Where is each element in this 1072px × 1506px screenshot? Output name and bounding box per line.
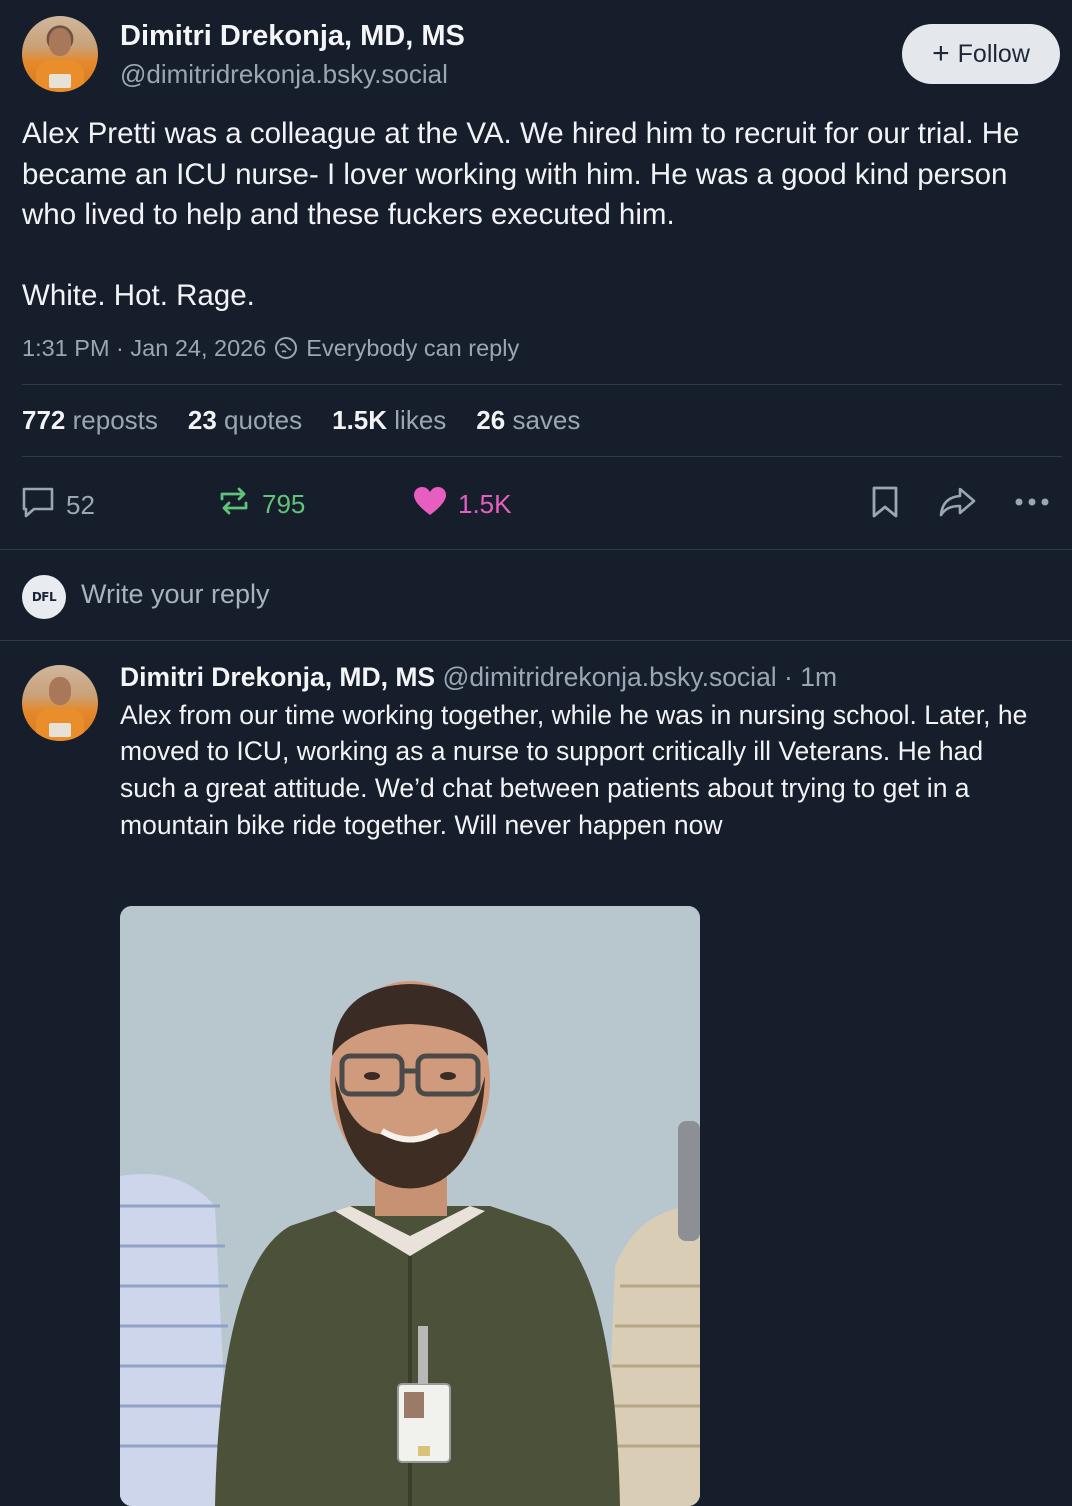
composer-avatar: DFL	[22, 574, 66, 619]
main-post: Dimitri Drekonja, MD, MS @dimitridrekonj…	[0, 0, 1072, 362]
reply-photo[interactable]	[120, 906, 700, 1506]
globe-icon	[274, 336, 298, 360]
likes-count: 1.5K	[332, 404, 388, 435]
post-stats: 772 reposts 23 quotes 1.5K likes 26 save…	[0, 385, 1072, 456]
reply-input[interactable]: Write your reply	[81, 579, 270, 610]
author-name[interactable]: Dimitri Drekonja, MD, MS	[120, 20, 465, 53]
post-time[interactable]: 1:31 PM · Jan 24, 2026	[22, 335, 266, 362]
reply-setting: Everybody can reply	[306, 334, 520, 361]
like-count: 1.5K	[458, 488, 512, 519]
avatar-face	[49, 676, 71, 705]
quotes-stat[interactable]: 23 quotes	[188, 405, 302, 436]
saves-stat[interactable]: 26 saves	[476, 405, 580, 436]
share-icon	[938, 485, 978, 526]
repost-count: 795	[262, 488, 306, 519]
avatar-bib	[49, 74, 71, 88]
follow-label: Follow	[957, 39, 1030, 68]
quotes-label: quotes	[224, 404, 303, 435]
reply-author-name[interactable]: Dimitri Drekonja, MD, MS	[120, 662, 435, 692]
reply-composer[interactable]: DFL Write your reply	[0, 548, 1072, 641]
post-text: Alex Pretti was a colleague at the VA. W…	[22, 117, 1020, 312]
repost-button[interactable]: 795	[216, 485, 305, 524]
reposts-stat[interactable]: 772 reposts	[22, 405, 158, 436]
author-avatar[interactable]	[22, 16, 98, 92]
bookmark-button[interactable]	[870, 485, 900, 526]
likes-stat[interactable]: 1.5K likes	[332, 405, 446, 436]
reply-text: Alex from our time working together, whi…	[120, 699, 1028, 840]
reply-author-avatar[interactable]	[22, 664, 98, 741]
repost-icon	[216, 485, 252, 524]
post-meta: 1:31 PM · Jan 24, 2026 Everybody can rep…	[22, 335, 1050, 362]
reposts-label: reposts	[72, 404, 158, 435]
reply-button[interactable]: 52	[20, 485, 95, 526]
heart-icon	[412, 485, 448, 524]
reposts-count: 772	[22, 404, 66, 435]
author-handle[interactable]: @dimitridrekonja.bsky.social	[120, 59, 448, 90]
plus-icon: +	[932, 37, 950, 70]
post-header: Dimitri Drekonja, MD, MS @dimitridrekonj…	[22, 0, 1060, 100]
reply-header: Dimitri Drekonja, MD, MS @dimitridrekonj…	[120, 661, 1072, 693]
quotes-count: 23	[187, 404, 217, 435]
photo-illustration	[120, 906, 700, 1506]
saves-count: 26	[476, 404, 506, 435]
reply-count: 52	[66, 489, 95, 520]
follow-button[interactable]: + Follow	[902, 24, 1060, 84]
avatar-bib	[49, 722, 71, 737]
reply-icon	[20, 485, 56, 526]
bookmark-icon	[870, 485, 900, 526]
more-icon	[1012, 485, 1052, 526]
share-button[interactable]	[938, 485, 978, 526]
likes-label: likes	[394, 404, 447, 435]
avatar-face	[49, 28, 71, 56]
action-bar: 52 795 1.5K	[0, 457, 1072, 549]
reply-handle-time[interactable]: @dimitridrekonja.bsky.social · 1m	[442, 662, 837, 692]
more-button[interactable]	[1012, 485, 1052, 526]
reply-post: Dimitri Drekonja, MD, MS @dimitridrekonj…	[0, 641, 1072, 844]
like-button[interactable]: 1.5K	[412, 485, 512, 524]
saves-label: saves	[512, 404, 581, 435]
